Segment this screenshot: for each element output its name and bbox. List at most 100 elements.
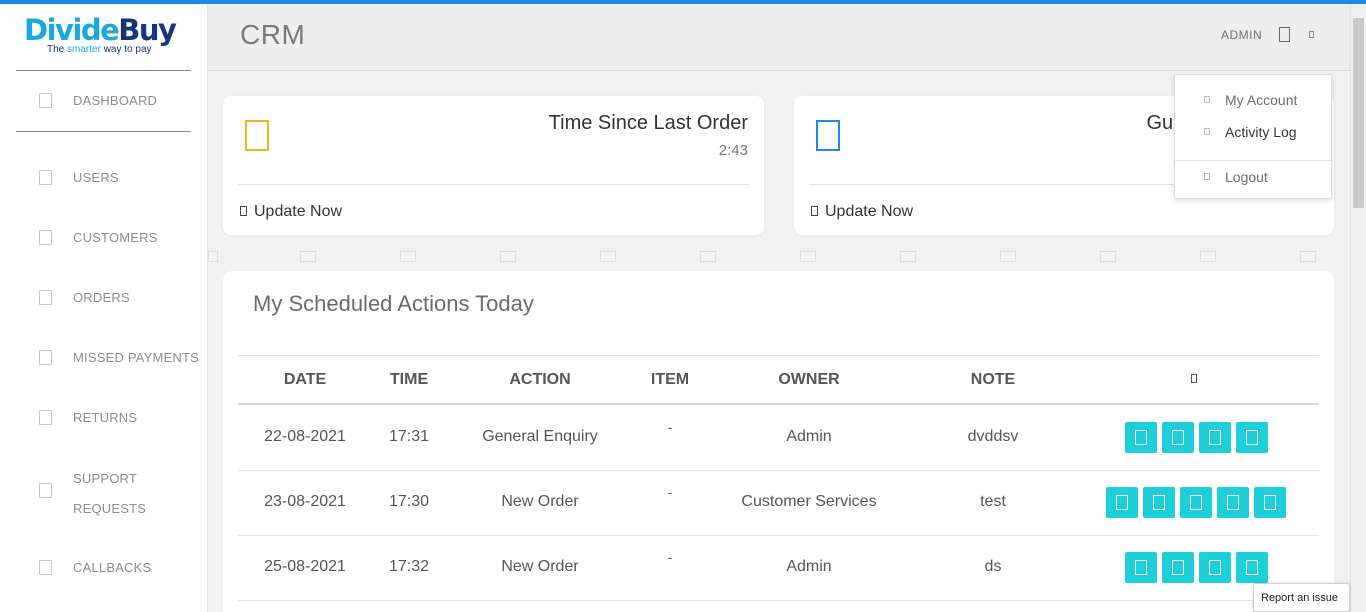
mail-watermark-icon xyxy=(1100,251,1116,262)
row-action-button[interactable] xyxy=(1161,552,1194,583)
device-icon[interactable] xyxy=(1279,27,1290,42)
mail-watermark-icon xyxy=(700,251,716,262)
table-row: 23-08-2021 17:30 New Order - Customer Servic… xyxy=(238,471,1319,536)
cell-owner: Customer Services xyxy=(741,493,877,510)
dashboard-icon xyxy=(39,93,52,108)
user-menu-toggle[interactable]: ADMIN xyxy=(1221,28,1262,42)
logo-part-2: Buy xyxy=(118,13,177,47)
settings-icon[interactable] xyxy=(1191,374,1197,383)
column-header-action[interactable]: ACTION xyxy=(509,371,570,389)
mail-watermark-icon xyxy=(1300,251,1316,262)
support-icon xyxy=(39,483,52,498)
cell-time: 17:31 xyxy=(388,428,430,445)
page-scrollbar[interactable] xyxy=(1350,4,1366,612)
sidebar-item-dashboard[interactable]: DASHBOARD xyxy=(0,80,207,120)
clock-icon xyxy=(245,120,269,151)
more-icon[interactable] xyxy=(1309,31,1314,38)
menu-item-activity-log[interactable]: Activity Log xyxy=(1175,117,1331,149)
logo-part-1: Divide xyxy=(24,13,120,47)
cell-date: 25-08-2021 xyxy=(264,558,346,575)
cell-owner: Admin xyxy=(786,428,832,445)
menu-item-logout[interactable]: Logout xyxy=(1175,162,1331,194)
card-divider xyxy=(238,184,749,185)
menu-divider xyxy=(1175,160,1331,161)
mail-watermark-icon xyxy=(500,251,516,262)
report-issue-button[interactable]: Report an issue xyxy=(1253,583,1350,612)
cell-action: New Order xyxy=(501,558,579,575)
row-action-button[interactable] xyxy=(1198,422,1231,453)
sidebar-item-users[interactable]: USERS xyxy=(0,157,207,197)
sidebar-item-customers[interactable]: CUSTOMERS xyxy=(0,217,207,257)
customers-icon xyxy=(39,230,52,245)
menu-item-label: My Account xyxy=(1225,92,1298,108)
row-action-button[interactable] xyxy=(1180,487,1212,518)
sidebar-item-support-requests[interactable]: SUPPORT REQUESTS xyxy=(0,458,207,522)
row-action-button[interactable] xyxy=(1106,487,1138,518)
sidebar-item-label: CUSTOMERS xyxy=(73,230,158,245)
sidebar-item-returns[interactable]: RETURNS xyxy=(0,397,207,437)
cell-action: General Enquiry xyxy=(482,428,598,445)
table-row: 22-08-2021 17:31 General Enquiry - Admin dvdd… xyxy=(238,406,1319,471)
row-actions xyxy=(1124,552,1268,585)
mail-watermark-icon xyxy=(208,251,218,262)
scrollbar-thumb[interactable] xyxy=(1353,18,1364,208)
column-header-time[interactable]: TIME xyxy=(390,371,428,389)
row-action-button[interactable] xyxy=(1161,422,1194,453)
row-action-button[interactable] xyxy=(1235,552,1268,583)
sidebar-item-label: USERS xyxy=(73,170,119,185)
sidebar-divider xyxy=(16,70,191,71)
row-action-button[interactable] xyxy=(1124,422,1157,453)
guarantor-icon xyxy=(816,120,840,151)
logo-wordmark: DivideBuy xyxy=(24,14,184,46)
cell-item: - xyxy=(667,549,673,565)
update-now-label: Update Now xyxy=(254,203,343,220)
user-dropdown-menu: My Account Activity Log Logout xyxy=(1174,74,1332,199)
row-action-button[interactable] xyxy=(1198,552,1231,583)
mail-watermark-icon xyxy=(300,251,316,262)
row-action-button[interactable] xyxy=(1235,422,1268,453)
menu-item-my-account[interactable]: My Account xyxy=(1175,85,1331,117)
sidebar-item-label: MISSED PAYMENTS xyxy=(73,350,200,365)
sidebar-item-label: CALLBACKS xyxy=(73,560,152,575)
page-title: CRM xyxy=(240,19,306,50)
cell-date: 23-08-2021 xyxy=(264,493,346,510)
row-action-button[interactable] xyxy=(1254,487,1286,518)
top-accent-bar xyxy=(0,0,1366,4)
activity-icon xyxy=(1204,128,1210,135)
cell-owner: Admin xyxy=(786,558,832,575)
cell-action: New Order xyxy=(501,493,579,510)
cell-date: 22-08-2021 xyxy=(264,428,346,445)
row-action-button[interactable] xyxy=(1143,487,1175,518)
update-now-label: Update Now xyxy=(825,203,914,220)
update-now-button[interactable]: Update Now xyxy=(240,203,342,221)
account-icon xyxy=(1204,96,1210,103)
sidebar-item-label: SUPPORT REQUESTS xyxy=(73,471,147,516)
sidebar-item-callbacks[interactable]: CALLBACKS xyxy=(0,547,207,587)
update-now-button[interactable]: Update Now xyxy=(811,203,913,221)
logout-icon xyxy=(1204,173,1210,180)
cell-item: - xyxy=(667,484,673,500)
menu-item-label: Logout xyxy=(1225,169,1268,185)
mail-watermark-icon xyxy=(800,251,816,262)
row-action-button[interactable] xyxy=(1124,552,1157,583)
column-header-note[interactable]: NOTE xyxy=(971,371,1015,389)
sidebar-item-orders[interactable]: ORDERS xyxy=(0,277,207,317)
cell-time: 17:32 xyxy=(388,558,430,575)
orders-icon xyxy=(39,290,52,305)
sidebar-item-missed-payments[interactable]: MISSED PAYMENTS xyxy=(0,337,207,377)
users-icon xyxy=(39,170,52,185)
cell-note: dvddsv xyxy=(967,428,1019,445)
card-value: 2:43 xyxy=(718,142,748,159)
sidebar-item-label: ORDERS xyxy=(73,290,130,305)
column-header-date[interactable]: DATE xyxy=(284,371,326,389)
row-action-button[interactable] xyxy=(1217,487,1249,518)
panel-title: My Scheduled Actions Today xyxy=(253,291,534,316)
mail-watermark-icon xyxy=(600,251,616,262)
cell-note: ds xyxy=(984,558,1002,575)
divide-buy-logo[interactable]: DivideBuy The smarter way to pay xyxy=(24,14,184,62)
mail-watermark-icon xyxy=(900,251,916,262)
tagline-prefix: The xyxy=(47,44,68,55)
tagline-suffix: way to pay xyxy=(100,44,152,55)
column-header-owner[interactable]: OWNER xyxy=(778,371,839,389)
column-header-item[interactable]: ITEM xyxy=(651,371,689,389)
